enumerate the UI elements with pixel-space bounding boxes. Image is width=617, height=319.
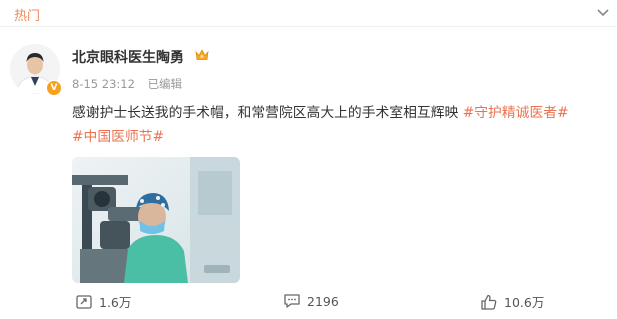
hashtag-link[interactable]: #守护精诚医者#: [463, 105, 569, 121]
header-divider: [0, 26, 617, 27]
action-bar: 1.6万 2196 10.6万: [0, 292, 617, 314]
like-count: 10.6万: [504, 295, 545, 310]
post-body: 感谢护士长送我的手术帽，和常营院区高大上的手术室相互辉映: [72, 105, 459, 121]
feed-section-title: 热门: [14, 9, 41, 24]
verified-badge: V: [46, 80, 62, 96]
post-text: 感谢护士长送我的手术帽，和常营院区高大上的手术室相互辉映 #守护精诚医者# #中…: [72, 101, 607, 149]
repost-button[interactable]: 1.6万: [75, 292, 131, 311]
comment-icon: [284, 294, 300, 308]
like-icon: [481, 294, 497, 310]
like-button[interactable]: 10.6万: [480, 292, 544, 311]
edited-label[interactable]: 已编辑: [148, 77, 183, 91]
repost-icon: [76, 294, 92, 309]
comment-count: 2196: [307, 293, 339, 309]
post-time[interactable]: 8-15 23:12: [72, 77, 135, 91]
crown-icon: [195, 49, 209, 60]
comment-button[interactable]: 2196: [283, 292, 339, 310]
post-meta: 8-15 23:12 已编辑: [72, 76, 182, 92]
hashtag-link[interactable]: #中国医师节#: [72, 129, 164, 145]
author-name[interactable]: 北京眼科医生陶勇: [72, 47, 184, 67]
post-image[interactable]: [72, 157, 240, 283]
chevron-down-icon[interactable]: [595, 4, 611, 20]
repost-count: 1.6万: [99, 295, 132, 310]
